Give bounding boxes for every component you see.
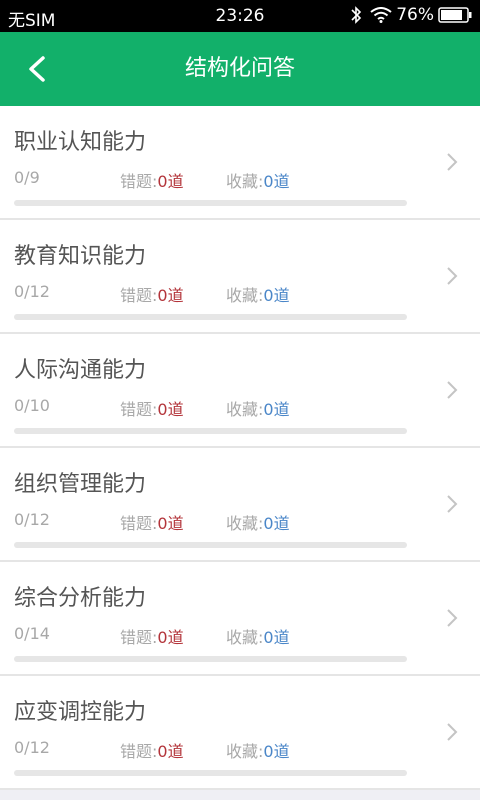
favorite-count: 0道 <box>263 742 290 761</box>
chevron-right-icon <box>447 495 458 513</box>
chevron-right-icon <box>447 723 458 741</box>
list-item[interactable]: 综合分析能力 0/14 错题:0道 收藏:0道 <box>0 562 480 676</box>
favorite-count: 0道 <box>263 286 290 305</box>
progress-bar <box>14 314 407 320</box>
progress-bar <box>14 428 407 434</box>
wrong-count-group: 错题:0道 <box>120 168 184 192</box>
progress-count: 0/14 <box>14 624 50 643</box>
status-icons: 76% <box>350 5 472 25</box>
favorite-count-group: 收藏:0道 <box>226 738 290 762</box>
favorite-count: 0道 <box>263 172 290 191</box>
favorite-count-group: 收藏:0道 <box>226 624 290 648</box>
category-list: 职业认知能力 0/9 错题:0道 收藏:0道 教育知识能力 0/12 错题:0道… <box>0 106 480 790</box>
chevron-right-icon <box>447 609 458 627</box>
wrong-count-group: 错题:0道 <box>120 282 184 306</box>
progress-count: 0/9 <box>14 168 40 187</box>
favorite-label: 收藏: <box>226 742 264 761</box>
wrong-count-group: 错题:0道 <box>120 396 184 420</box>
favorite-label: 收藏: <box>226 628 264 647</box>
wrong-label: 错题: <box>120 628 158 647</box>
status-bar: 无SIM 23:26 76% <box>0 0 480 32</box>
wifi-icon <box>370 7 392 23</box>
category-title: 职业认知能力 <box>14 130 147 155</box>
list-item[interactable]: 职业认知能力 0/9 错题:0道 收藏:0道 <box>0 106 480 220</box>
favorite-count-group: 收藏:0道 <box>226 282 290 306</box>
wrong-count: 0道 <box>157 400 184 419</box>
list-item[interactable]: 教育知识能力 0/12 错题:0道 收藏:0道 <box>0 220 480 334</box>
favorite-count-group: 收藏:0道 <box>226 168 290 192</box>
category-title: 组织管理能力 <box>14 472 147 497</box>
list-item[interactable]: 人际沟通能力 0/10 错题:0道 收藏:0道 <box>0 334 480 448</box>
progress-count: 0/12 <box>14 510 50 529</box>
progress-bar <box>14 770 407 776</box>
wrong-label: 错题: <box>120 514 158 533</box>
wrong-count: 0道 <box>157 628 184 647</box>
category-title: 人际沟通能力 <box>14 358 147 383</box>
wrong-count: 0道 <box>157 286 184 305</box>
favorite-label: 收藏: <box>226 286 264 305</box>
favorite-count-group: 收藏:0道 <box>226 510 290 534</box>
list-item[interactable]: 应变调控能力 0/12 错题:0道 收藏:0道 <box>0 676 480 790</box>
wrong-count: 0道 <box>157 742 184 761</box>
progress-bar <box>14 656 407 662</box>
wrong-label: 错题: <box>120 742 158 761</box>
progress-bar <box>14 542 407 548</box>
back-button[interactable] <box>18 50 56 88</box>
favorite-label: 收藏: <box>226 514 264 533</box>
wrong-count-group: 错题:0道 <box>120 624 184 648</box>
chevron-right-icon <box>447 153 458 171</box>
favorite-count: 0道 <box>263 514 290 533</box>
favorite-count-group: 收藏:0道 <box>226 396 290 420</box>
progress-count: 0/12 <box>14 282 50 301</box>
chevron-left-icon <box>29 56 45 82</box>
chevron-right-icon <box>447 267 458 285</box>
wrong-label: 错题: <box>120 400 158 419</box>
wrong-label: 错题: <box>120 172 158 191</box>
wrong-label: 错题: <box>120 286 158 305</box>
chevron-right-icon <box>447 381 458 399</box>
wrong-count: 0道 <box>157 514 184 533</box>
favorite-count: 0道 <box>263 400 290 419</box>
category-title: 教育知识能力 <box>14 244 147 269</box>
progress-count: 0/10 <box>14 396 50 415</box>
page-title: 结构化问答 <box>184 56 295 81</box>
progress-bar <box>14 200 407 206</box>
category-title: 综合分析能力 <box>14 586 147 611</box>
list-item[interactable]: 组织管理能力 0/12 错题:0道 收藏:0道 <box>0 448 480 562</box>
favorite-label: 收藏: <box>226 400 264 419</box>
bluetooth-icon <box>351 6 362 24</box>
category-title: 应变调控能力 <box>14 700 147 725</box>
wrong-count-group: 错题:0道 <box>120 510 184 534</box>
progress-count: 0/12 <box>14 738 50 757</box>
wrong-count-group: 错题:0道 <box>120 738 184 762</box>
favorite-count: 0道 <box>263 628 290 647</box>
wrong-count: 0道 <box>157 172 184 191</box>
battery-percent: 76% <box>396 5 434 25</box>
nav-bar: 结构化问答 <box>0 32 480 106</box>
favorite-label: 收藏: <box>226 172 264 191</box>
battery-icon <box>438 7 472 23</box>
